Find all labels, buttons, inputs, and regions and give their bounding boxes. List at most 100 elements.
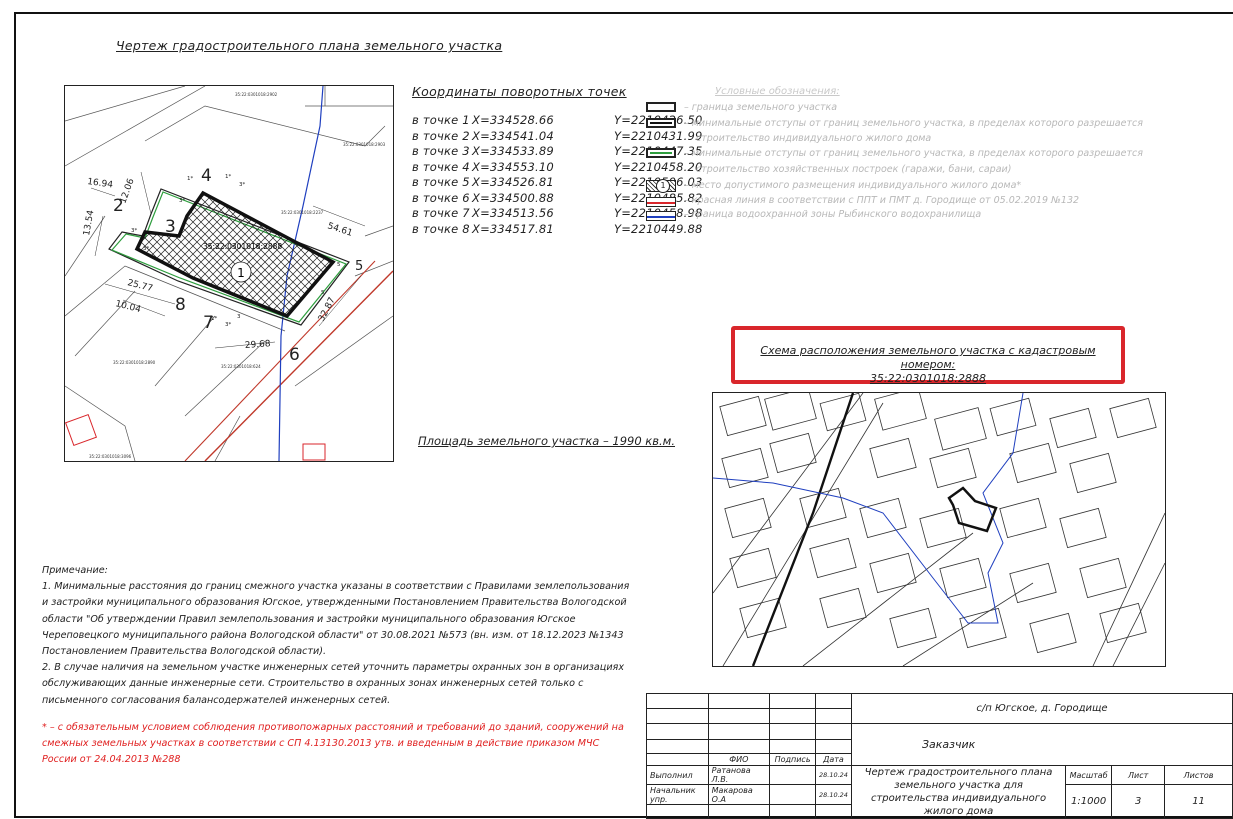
location-scheme-map (712, 392, 1166, 667)
stamp-role-2: Начальник упр. (646, 784, 709, 805)
parcel-marker: 1 (237, 266, 245, 280)
stamp-location: с/п Югское, д. Городище (850, 693, 1233, 724)
stamp-col-sign: Подпись (769, 753, 816, 766)
coord-y: Y=2210449.88 (614, 221, 703, 236)
neighbor-label: 35:22:0301018:624 (221, 364, 261, 369)
title-block: с/п Югское, д. Городище Заказчик ФИО Под… (646, 693, 1233, 819)
stamp-scale: 1:1000 (1065, 784, 1113, 819)
setback-mark: 1* (187, 176, 193, 182)
point-number: 8 (175, 295, 186, 315)
neighbor-label: 35:22:0301018:2903 (343, 142, 386, 147)
setback-mark: 3* (179, 198, 185, 204)
stamp-col-fio: ФИО (707, 753, 771, 766)
notes-heading: Примечание: (42, 565, 108, 576)
parcel-plan: 1 35:22:0301018:2888 35:22:0301018:2902 … (64, 85, 394, 462)
coord-point: в точке 7 (412, 206, 470, 220)
stamp-scale-label: Масштаб (1065, 765, 1113, 785)
neighbor-label: 35:22:0301018:2237 (281, 210, 324, 215)
setback-mark: 3 (237, 314, 241, 320)
point-number: 6 (289, 345, 300, 365)
fire-safety-note: * – с обязательным условием соблюдения п… (42, 722, 624, 765)
legend-symbol-boundary (646, 102, 676, 112)
dimension-label: 10.04 (114, 299, 142, 315)
legend-title: Условные обозначения: (715, 86, 840, 97)
legend-text: – место допустимого размещения индивидуа… (684, 180, 1022, 191)
setback-mark: 3* (143, 246, 149, 252)
dimension-label: 25.77 (126, 278, 153, 294)
coord-x: X=334513.56 (472, 206, 554, 220)
point-number: 4 (201, 166, 212, 186)
setback-mark: 3* (131, 228, 137, 234)
coord-x: X=334553.10 (472, 159, 554, 174)
legend-text: – минимальные отступы от границ земельно… (684, 148, 1143, 159)
dimension-label: 54.61 (326, 221, 354, 238)
legend-marker: 1 (656, 179, 670, 193)
neighbor-label: 35:22:0301018:2902 (235, 92, 278, 97)
note-1: 1. Минимальные расстояния до границ смеж… (42, 581, 630, 658)
coord-x: X=334533.89 (472, 144, 554, 158)
coord-point: в точке 3 (412, 144, 470, 158)
stamp-customer: Заказчик (850, 723, 1233, 766)
coord-point: в точке 6 (412, 190, 470, 205)
stamp-date-2: 28.10.24 (815, 784, 852, 805)
cadastral-label: 35:22:0301018:2888 (203, 242, 282, 251)
stamp-sheets: 11 (1164, 784, 1233, 819)
coord-x: X=334500.88 (472, 190, 554, 205)
neighbor-label: 35:22:0301018:3096 (89, 454, 132, 459)
point-number: 5 (355, 259, 363, 274)
setback-mark: 5 (337, 262, 341, 268)
stamp-sheet-label: Лист (1111, 765, 1166, 785)
coordinate-row: в точке 4 X=334553.10 Y=2210458.20 (412, 160, 703, 174)
stamp-date-1: 28.10.24 (815, 765, 852, 785)
stamp-col-date: Дата (815, 753, 852, 766)
setback-mark: 1* (225, 174, 231, 180)
coordinate-row: в точке 8 X=334517.81 Y=2210449.88 (412, 222, 703, 236)
neighbor-label: 35:22:0301018:2890 (113, 360, 156, 365)
coord-x: X=334541.04 (472, 128, 554, 143)
coordinate-row: в точке 2 X=334541.04 Y=2210431.99 (412, 129, 703, 143)
coord-point: в точке 4 (412, 159, 470, 174)
dimension-label: 16.94 (87, 177, 114, 191)
legend-text: строительство индивидуального жилого дом… (696, 133, 932, 144)
point-number: 3 (165, 217, 176, 237)
location-scheme-svg (713, 393, 1165, 666)
highlighted-parcel (947, 486, 998, 533)
legend-symbol-house-place: 1 (646, 179, 676, 193)
coord-point: в точке 1 (412, 113, 470, 127)
coordinates-title: Координаты поворотных точек (412, 84, 627, 99)
notes: Примечание: 1. Минимальные расстояния до… (42, 563, 632, 709)
dimension-label: 29.68 (245, 339, 272, 351)
stamp-sheet: 3 (1111, 784, 1166, 819)
coord-x: X=334528.66 (472, 113, 554, 127)
red-square-marker (65, 413, 98, 447)
scheme-title-line1: Схема расположения земельного участка с … (760, 344, 1096, 371)
coord-x: X=334517.81 (472, 221, 554, 236)
legend-text: – красная линия в соответствии с ППТ и П… (684, 195, 1080, 206)
legend-symbol-outbuilding-setback (646, 148, 676, 158)
legend-text: строительство хозяйственных построек (га… (696, 164, 1012, 175)
scheme-title: Схема расположения земельного участка с … (735, 344, 1121, 386)
legend-symbol-water-zone (646, 211, 676, 221)
coord-point: в точке 8 (412, 221, 470, 236)
setback-mark: 1* (211, 316, 217, 322)
legend-text: – граница водоохранной зоны Рыбинского в… (684, 209, 982, 220)
stamp-role-1: Выполнил (646, 765, 709, 785)
drawing-title: Чертеж градостроительного плана земельно… (116, 38, 503, 53)
note-2: 2. В случае наличия на земельном участке… (42, 662, 625, 706)
stamp-name-1: Ратанова Л.В. (707, 765, 771, 785)
scheme-title-line2: 35:22:0301018:2888 (869, 372, 987, 385)
stamp-name-2: Макарова О.А (707, 784, 771, 805)
legend-text: – минимальные отступы от границ земельно… (684, 118, 1143, 129)
coord-y: Y=2210458.20 (614, 159, 703, 174)
legend-symbol-red-line (646, 197, 676, 207)
coord-point: в точке 2 (412, 128, 470, 143)
setback-mark: 5 (321, 290, 325, 296)
stamp-doc-title: Чертеж градостроительного плана земельно… (850, 765, 1067, 819)
coord-point: в точке 5 (412, 175, 470, 189)
stamp-sheets-label: Листов (1164, 765, 1233, 785)
legend-text: – граница земельного участка (684, 102, 838, 113)
legend-symbol-house-setback (646, 118, 676, 128)
setback-mark: 3* (225, 322, 231, 328)
red-square-marker (302, 443, 326, 461)
setback-mark: 3* (239, 182, 245, 188)
